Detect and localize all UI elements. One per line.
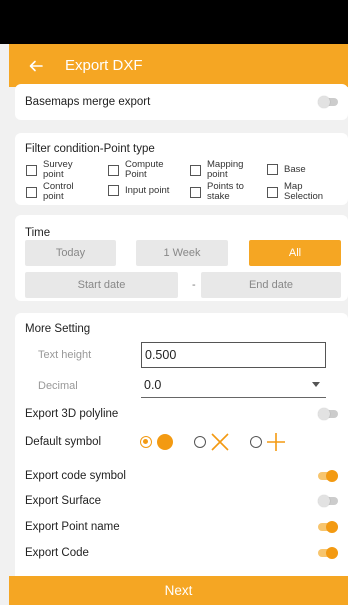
time-today-button[interactable]: Today [25, 240, 116, 266]
dropdown-caret-icon [312, 382, 320, 387]
export-code-symbol-row: Export code symbol [25, 466, 338, 486]
text-height-input[interactable]: 0.500 [141, 342, 326, 368]
symbol-option-circle[interactable] [140, 433, 174, 451]
next-button-label: Next [164, 583, 193, 598]
app-bar: Export DXF [9, 44, 348, 87]
checkbox-label: Survey point [43, 159, 73, 180]
time-week-button[interactable]: 1 Week [136, 240, 228, 266]
checkbox-label: Mapping point [207, 159, 244, 180]
filter-title: Filter condition-Point type [25, 143, 155, 155]
export-3d-polyline-row: Export 3D polyline [25, 404, 338, 424]
time-card: Time Today 1 Week All Start date - End d… [15, 215, 348, 301]
decimal-select[interactable]: 0.0 [141, 372, 326, 398]
checkbox-compute-point[interactable]: Compute Point [108, 160, 169, 180]
checkbox-label: Input point [125, 184, 170, 196]
status-bar [0, 0, 348, 44]
export-point-name-label: Export Point name [25, 521, 120, 533]
basemaps-label: Basemaps merge export [25, 96, 151, 108]
symbol-options [140, 430, 286, 454]
next-button[interactable]: Next [9, 576, 348, 605]
checkbox-label: Control point [43, 181, 74, 202]
symbol-radio[interactable] [250, 436, 262, 448]
default-symbol-row: Default symbol [25, 432, 338, 452]
export-surface-label: Export Surface [25, 495, 102, 507]
symbol-option-cross[interactable] [194, 433, 230, 451]
checkbox-points-to-stake[interactable]: Points to stake [190, 182, 247, 202]
time-title: Time [25, 227, 51, 239]
x-cross-symbol-icon [211, 433, 229, 451]
checkbox-input-point[interactable]: Input point [108, 185, 169, 196]
plus-symbol-icon [267, 433, 285, 451]
page-title: Export DXF [65, 57, 143, 74]
export-3d-polyline-toggle[interactable] [318, 408, 338, 420]
checkbox-box[interactable] [267, 186, 278, 198]
export-surface-row: Export Surface [25, 491, 338, 511]
end-date-field[interactable]: End date [201, 272, 341, 298]
text-height-label: Text height [38, 349, 92, 361]
checkbox-label: Base [284, 163, 306, 175]
checkbox-map-selection[interactable]: Map Selection [267, 182, 330, 202]
checkbox-box[interactable] [190, 164, 201, 176]
filter-card: Filter condition-Point type Survey point… [15, 133, 348, 205]
default-symbol-label: Default symbol [25, 436, 102, 448]
date-separator: - [192, 279, 196, 291]
export-code-symbol-toggle[interactable] [318, 470, 338, 482]
checkbox-label: Compute Point [125, 159, 164, 180]
decimal-label: Decimal [38, 380, 78, 392]
checkbox-control-point[interactable]: Control point [26, 182, 87, 202]
export-code-toggle[interactable] [318, 547, 338, 559]
symbol-option-plus[interactable] [250, 432, 286, 452]
checkbox-box[interactable] [26, 164, 37, 176]
time-all-button[interactable]: All [249, 240, 341, 266]
export-point-name-toggle[interactable] [318, 521, 338, 533]
checkbox-mapping-point[interactable]: Mapping point [190, 160, 251, 180]
symbol-radio[interactable] [140, 436, 152, 448]
checkbox-survey-point[interactable]: Survey point [26, 160, 87, 180]
export-code-row: Export Code [25, 543, 338, 563]
export-code-label: Export Code [25, 547, 89, 559]
export-code-symbol-label: Export code symbol [25, 470, 126, 482]
back-arrow-icon[interactable] [29, 59, 43, 73]
export-3d-polyline-label: Export 3D polyline [25, 408, 119, 420]
checkbox-box[interactable] [26, 186, 37, 198]
checkbox-base[interactable]: Base [267, 164, 306, 175]
more-setting-title: More Setting [25, 323, 91, 335]
basemaps-row: Basemaps merge export [25, 84, 338, 120]
decimal-value: 0.0 [144, 377, 162, 392]
checkbox-box[interactable] [108, 164, 119, 176]
settings-card: More Setting Text height 0.500 Decimal 0… [15, 313, 348, 583]
checkbox-box[interactable] [108, 185, 119, 196]
checkbox-box[interactable] [267, 164, 278, 175]
basemaps-card: Basemaps merge export [15, 84, 348, 120]
export-point-name-row: Export Point name [25, 517, 338, 537]
filled-circle-symbol-icon [157, 434, 173, 450]
checkbox-label: Points to stake [207, 181, 244, 202]
start-date-field[interactable]: Start date [25, 272, 178, 298]
checkbox-box[interactable] [190, 186, 201, 198]
checkbox-label: Map Selection [284, 181, 324, 202]
symbol-radio[interactable] [194, 436, 206, 448]
text-height-value: 0.500 [145, 348, 177, 362]
basemaps-toggle[interactable] [318, 96, 338, 108]
export-surface-toggle[interactable] [318, 495, 338, 507]
